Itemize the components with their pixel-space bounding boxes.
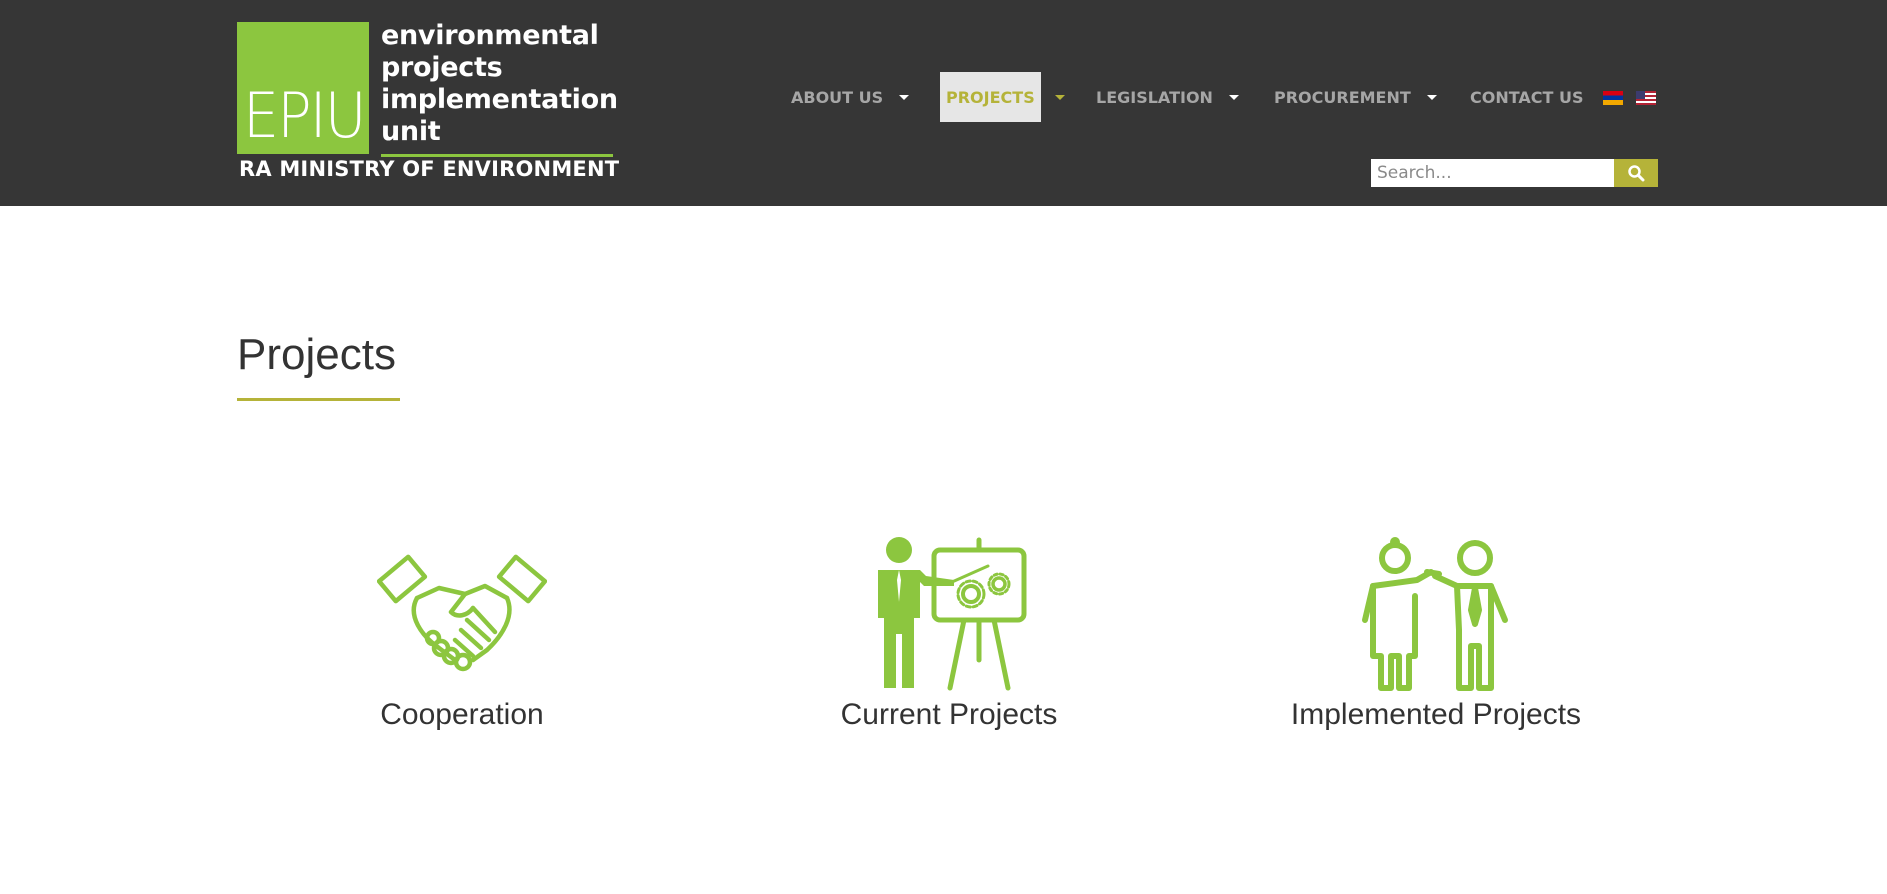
people-icon: [1362, 537, 1508, 691]
logo-line: implementation: [381, 84, 618, 115]
nav-item-label: ABOUT US: [791, 87, 884, 107]
handshake-icon: [377, 554, 547, 672]
site-header: EPIU environmental projects implementati…: [0, 0, 1887, 206]
title-underline: [237, 398, 400, 401]
nav-item-contact-us[interactable]: CONTACT US: [1470, 72, 1584, 122]
card-current-projects[interactable]: Current Projects: [739, 536, 1159, 746]
search-button[interactable]: [1614, 159, 1658, 187]
logo-ministry: RA MINISTRY OF ENVIRONMENT: [239, 157, 620, 181]
card-label: Current Projects: [840, 698, 1058, 731]
logo-mark-text: EPIU: [243, 79, 366, 152]
logo-line: unit: [381, 116, 441, 147]
nav-item-legislation[interactable]: LEGISLATION: [1096, 72, 1239, 122]
us-flag-icon[interactable]: [1636, 91, 1656, 105]
card-label: Cooperation: [380, 698, 544, 731]
search-input[interactable]: [1371, 159, 1614, 187]
nav-item-label: PROJECTS: [940, 72, 1041, 122]
logo-line: projects: [381, 52, 503, 83]
nav-item-projects[interactable]: PROJECTS: [940, 72, 1065, 122]
card-implemented-projects[interactable]: Implemented Projects: [1226, 536, 1646, 746]
card-cooperation[interactable]: Cooperation: [252, 536, 672, 746]
nav-item-label: LEGISLATION: [1096, 87, 1213, 107]
logo-line: environmental: [381, 20, 599, 51]
logo-wordmark: environmental projects implementation un…: [381, 20, 618, 148]
logo-mark: EPIU: [237, 22, 369, 154]
nav-item-procurement[interactable]: PROCUREMENT: [1274, 72, 1437, 122]
nav-item-label: PROCUREMENT: [1274, 87, 1411, 107]
caret-down-icon: [1228, 94, 1239, 100]
page-title: Projects: [237, 330, 396, 379]
presentation-icon: [878, 537, 1027, 691]
caret-down-icon: [1426, 94, 1437, 100]
caret-down-icon: [899, 94, 910, 100]
search-form: [1371, 159, 1658, 187]
nav-item-about-us[interactable]: ABOUT US: [791, 72, 910, 122]
card-label: Implemented Projects: [1290, 698, 1582, 731]
caret-down-icon: [1054, 94, 1065, 100]
armenia-flag-icon[interactable]: [1603, 91, 1623, 105]
site-logo[interactable]: EPIU environmental projects implementati…: [237, 20, 619, 182]
nav-item-label: CONTACT US: [1470, 87, 1584, 107]
search-icon: [1628, 165, 1645, 182]
